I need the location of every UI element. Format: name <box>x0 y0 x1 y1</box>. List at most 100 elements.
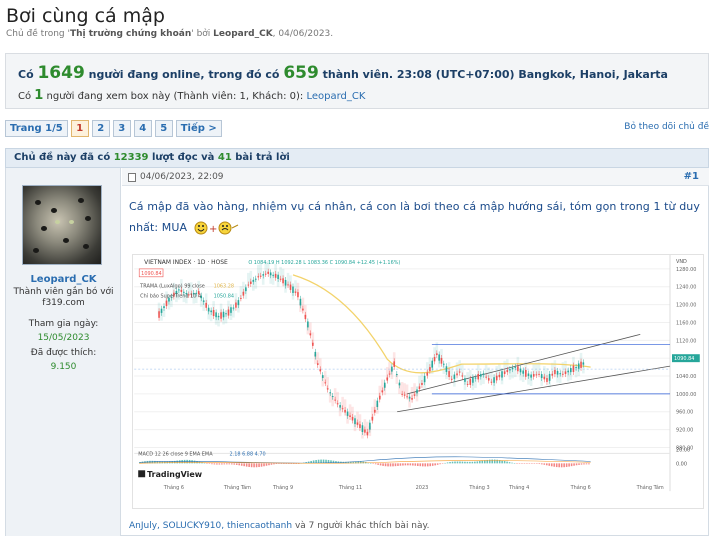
candle-body <box>282 278 284 284</box>
macd-bar <box>583 463 585 465</box>
online-members: 659 <box>283 63 319 83</box>
candle-body <box>210 310 212 313</box>
candle-body <box>314 351 317 357</box>
user-title: Thành viên gắn bó với f319.com <box>13 287 114 308</box>
candle-body <box>477 373 479 380</box>
candle-body <box>379 395 381 400</box>
macd-bar <box>178 460 181 464</box>
chart-ohlc-label: O 1084.19 H 1092.28 L 1083.36 C 1090.84 … <box>248 260 400 266</box>
pagination: Trang 1/5 1 2 3 4 5 Tiếp > <box>5 120 222 137</box>
macd-bar <box>545 463 548 466</box>
online-prefix: Có <box>18 68 38 81</box>
next-page-button[interactable]: Tiếp > <box>175 120 222 137</box>
macd-bar <box>424 463 427 467</box>
username-link[interactable]: Leopard_CK <box>6 274 121 285</box>
candle-body <box>401 393 403 395</box>
macd-bar <box>213 463 216 465</box>
viewing-suffix: người đang xem box này (Thành viên: 1, K… <box>43 91 307 102</box>
candle-body <box>321 375 324 378</box>
supertrend-label: Chỉ báo SuperTrend 10 4 <box>140 293 201 300</box>
macd-bar <box>243 463 245 467</box>
candle-body <box>299 298 302 306</box>
candle-body <box>416 389 418 394</box>
candle-body <box>569 368 572 373</box>
avatar[interactable] <box>22 185 102 265</box>
macd-tick-20: 20.00 <box>676 447 690 453</box>
macd-bar <box>397 463 399 466</box>
candle-body <box>408 396 411 399</box>
macd-bar <box>575 463 578 466</box>
macd-bar <box>235 463 238 465</box>
candle-body <box>302 308 304 311</box>
stats-prefix: Chủ đề này đã có <box>14 152 114 163</box>
page-4-button[interactable]: 4 <box>133 120 152 137</box>
macd-bar <box>560 463 563 468</box>
author-link[interactable]: Leopard_CK <box>213 29 273 39</box>
macd-bar <box>399 463 402 466</box>
y-tick-label: 920.00 <box>676 428 693 434</box>
online-count-line: Có 1649 người đang online, trong đó có 6… <box>18 63 668 83</box>
macd-bar <box>479 461 481 464</box>
candle-body <box>346 411 349 416</box>
candle-body <box>490 381 493 383</box>
candle-body <box>329 392 331 394</box>
candle-body <box>485 376 487 378</box>
candle-body <box>423 375 426 383</box>
candle-body <box>388 373 391 375</box>
macd-bar <box>459 461 461 464</box>
likes-names-link[interactable]: AnJuly, SOLUCKY910, thiencaothanh <box>129 521 292 531</box>
candle-body <box>406 396 408 398</box>
macd-bar <box>429 463 431 467</box>
macd-bar <box>208 463 211 464</box>
candle-body <box>556 370 559 375</box>
candle-body <box>487 378 490 381</box>
y-tick-label: 1000.00 <box>676 392 696 398</box>
candle-body <box>183 291 185 293</box>
post: Leopard_CK Thành viên gắn bó với f319.co… <box>5 168 709 536</box>
chart-price-tag: 1090.84 <box>141 271 161 277</box>
macd-bar <box>412 463 414 466</box>
candle-body <box>262 274 265 276</box>
candle-body <box>501 371 503 378</box>
meta-prefix: Chủ đề trong ' <box>6 29 70 39</box>
candle-body <box>525 369 527 377</box>
macd-bar <box>233 463 236 465</box>
stock-chart-image[interactable]: VIETNAM INDEX · 1D · HOSE O 1084.19 H 10… <box>132 254 704 509</box>
candle-body <box>464 378 466 382</box>
forum-link[interactable]: Thị trường chứng khoán <box>70 29 191 39</box>
candle-body <box>418 386 421 390</box>
candle-body <box>309 333 312 336</box>
candle-body <box>530 374 532 378</box>
post-number-link[interactable]: #1 <box>684 171 699 182</box>
candle-body <box>304 314 307 320</box>
candle-body <box>307 321 309 328</box>
candle-body <box>316 363 319 365</box>
candle-body <box>431 360 434 368</box>
candle-body <box>334 399 336 401</box>
stats-suffix: bài trả lời <box>231 152 290 163</box>
candle-body <box>398 382 401 386</box>
macd-bar <box>387 463 389 467</box>
unfollow-link[interactable]: Bỏ theo dõi chủ đề <box>624 122 709 132</box>
candle-body <box>458 371 461 373</box>
macd-bar <box>493 459 496 464</box>
likes-received-label: Đã được thích: <box>30 348 97 358</box>
candle-body <box>540 374 543 378</box>
candle-body <box>364 429 366 433</box>
macd-bar <box>506 461 508 464</box>
page-1-button[interactable]: 1 <box>70 120 89 137</box>
post-header: 04/06/2023, 22:09 #1 <box>122 168 709 186</box>
candle-body <box>277 274 279 279</box>
page-3-button[interactable]: 3 <box>112 120 131 137</box>
viewer-link[interactable]: Leopard_CK <box>306 91 365 102</box>
macd-bar <box>394 463 397 467</box>
page-5-button[interactable]: 5 <box>154 120 173 137</box>
x-tick-label: Tháng 6 <box>570 484 591 491</box>
candle-body <box>361 425 364 432</box>
page-2-button[interactable]: 2 <box>91 120 110 137</box>
candle-body <box>217 315 220 318</box>
candle-body <box>354 418 356 425</box>
candle-body <box>562 373 564 375</box>
macd-bar <box>270 463 273 465</box>
candle-body <box>359 424 361 429</box>
